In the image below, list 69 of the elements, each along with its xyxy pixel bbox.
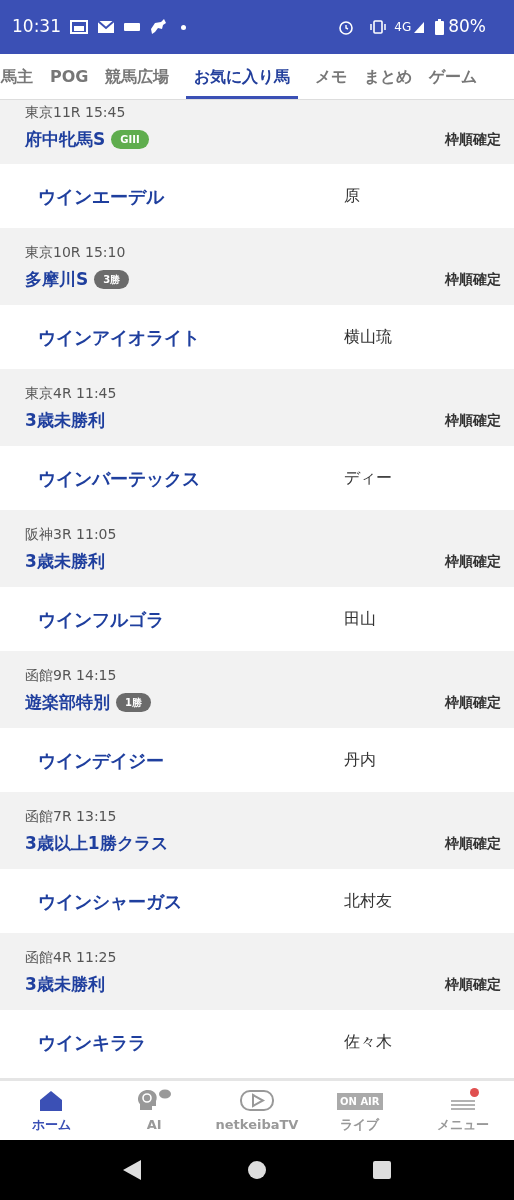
menu-icon [450, 1099, 475, 1110]
race-name: 3歳未勝利 [25, 550, 105, 573]
race-time: 函館4R 11:25 [25, 948, 117, 967]
race-header[interactable]: 阪神3R 11:05 3歳未勝利 枠順確定 [0, 510, 514, 587]
race-status: 枠順確定 [445, 552, 501, 572]
home-button-icon[interactable] [247, 1160, 267, 1180]
vibrate-icon [368, 20, 389, 34]
race-name: 3歳以上1勝クラス [25, 832, 168, 855]
horse-name: ウインフルゴラ [38, 607, 165, 632]
race-name: 多摩川S [25, 268, 89, 291]
horse-name: ウインキララ [38, 1030, 147, 1055]
race-time: 函館7R 13:15 [25, 807, 117, 826]
race-time: 東京4R 11:45 [25, 384, 117, 403]
jockey-name: 田山 [344, 608, 376, 630]
race-status: 枠順確定 [445, 834, 501, 854]
home-icon [39, 1089, 64, 1112]
grade-badge: 3勝 [94, 270, 130, 290]
head-gear-icon [136, 1087, 173, 1112]
race-header[interactable]: 東京10R 15:10 多摩川S 3勝 枠順確定 [0, 228, 514, 305]
tab[interactable]: 馬主 [1, 54, 33, 99]
tab[interactable]: POG [50, 54, 89, 99]
status-time: 10:31 [12, 15, 61, 39]
tab[interactable]: まとめ [364, 54, 413, 99]
race-header[interactable]: 東京4R 11:45 3歳未勝利 枠順確定 [0, 369, 514, 446]
grade-badge: 1勝 [116, 693, 151, 713]
horse-name: ウインバーテックス [38, 466, 201, 491]
tab[interactable]: メモ [315, 54, 348, 99]
race-header[interactable]: 函館7R 13:15 3歳以上1勝クラス 枠順確定 [0, 792, 514, 869]
tab[interactable]: ゲーム [429, 54, 478, 99]
mail-icon [97, 20, 115, 34]
jockey-name: 横山琉 [344, 326, 392, 348]
race-name: 3歳未勝利 [25, 973, 105, 996]
race-header[interactable]: 函館9R 14:15 遊楽部特別 1勝 枠順確定 [0, 651, 514, 728]
image-icon [70, 20, 88, 34]
grade-badge: GIII [111, 130, 149, 150]
horse-name: ウインシャーガス [38, 889, 183, 914]
back-icon[interactable] [123, 1160, 141, 1180]
network-type: 4G [394, 19, 412, 36]
race-time: 函館9R 14:15 [25, 666, 117, 685]
race-status: 枠順確定 [445, 411, 501, 431]
race-name: 府中牝馬S [25, 128, 106, 151]
app-icon [124, 23, 140, 31]
race-name: 遊楽部特別 [25, 691, 110, 714]
jockey-name: 原 [344, 185, 360, 207]
race-status: 枠順確定 [445, 693, 501, 713]
battery-icon [435, 19, 445, 35]
horse-icon [149, 19, 167, 35]
race-status: 枠順確定 [445, 130, 501, 150]
jockey-name: ディー [344, 467, 392, 489]
on-air-badge: ON AIR [337, 1092, 383, 1110]
race-header[interactable]: 東京11R 15:45 府中牝馬S GIII 枠順確定 [0, 100, 514, 164]
horse-name: ウインエーデル [38, 184, 166, 209]
race-time: 東京10R 15:10 [25, 243, 126, 262]
jockey-name: 佐々木 [344, 1031, 392, 1053]
jockey-name: 北村友 [344, 890, 392, 912]
horse-name: ウインデイジー [38, 748, 165, 773]
race-status: 枠順確定 [445, 270, 501, 290]
play-icon [239, 1087, 275, 1112]
horse-name: ウインアイオライト [38, 325, 201, 350]
race-header[interactable]: 函館4R 11:25 3歳未勝利 枠順確定 [0, 933, 514, 1010]
tab[interactable]: 競馬広場 [105, 54, 170, 99]
nav-item[interactable]: ホーム [0, 1081, 103, 1140]
alarm-icon [338, 19, 355, 35]
race-time: 阪神3R 11:05 [25, 525, 117, 544]
race-name: 3歳未勝利 [25, 409, 105, 432]
jockey-name: 丹内 [344, 749, 376, 771]
race-status: 枠順確定 [445, 975, 501, 995]
race-time: 東京11R 15:45 [25, 103, 126, 122]
battery-level: 80% [448, 15, 486, 39]
